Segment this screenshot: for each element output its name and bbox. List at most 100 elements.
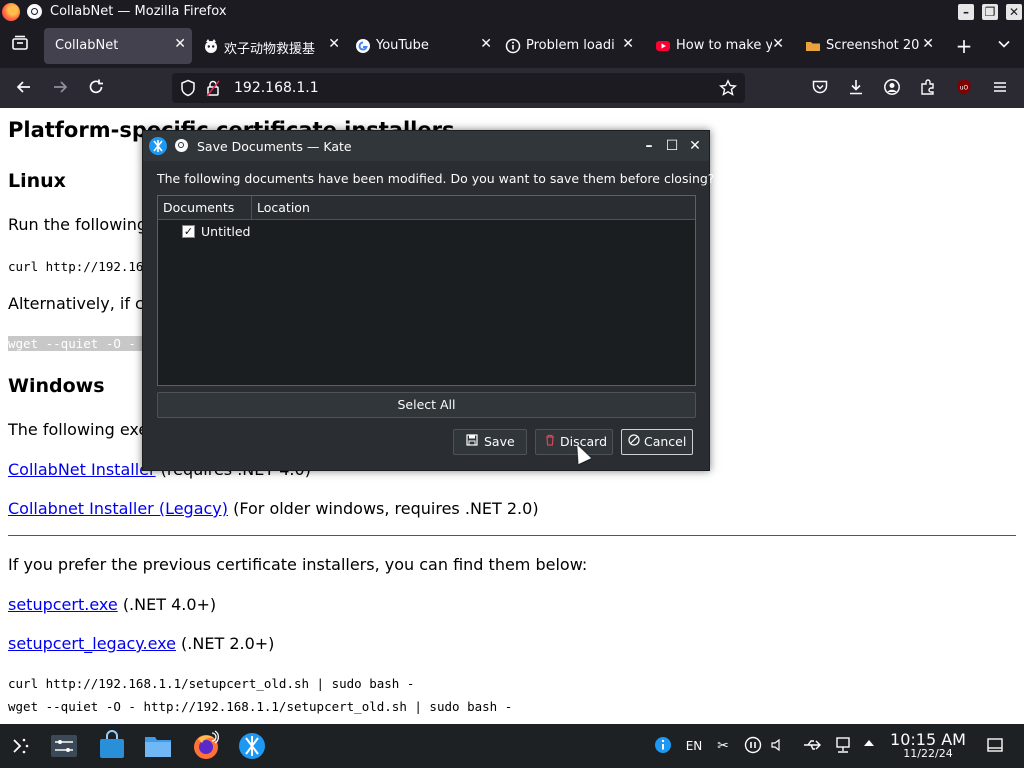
cancel-label: Cancel <box>644 434 687 449</box>
tab-label: Screenshot 20 <box>826 38 920 53</box>
extensions-puzzle-icon[interactable] <box>918 78 938 98</box>
window-title: CollabNet — Mozilla Firefox <box>50 4 227 19</box>
tab-animal-rescue[interactable]: 欢子动物救援基 ✕ <box>198 28 346 64</box>
curl-old-command: curl http://192.168.1.1/setupcert_old.sh… <box>8 676 415 691</box>
list-all-tabs-chevron-icon[interactable] <box>994 36 1014 56</box>
pocket-icon[interactable] <box>810 78 830 98</box>
discover-store-icon[interactable] <box>96 730 128 762</box>
tab-screenshot[interactable]: Screenshot 20 ✕ <box>800 28 940 64</box>
address-bar[interactable]: 192.168.1.1 <box>172 73 745 103</box>
save-label: Save <box>484 434 515 449</box>
document-checkbox[interactable]: ✓ <box>182 225 195 238</box>
network-usb-icon[interactable] <box>802 736 822 760</box>
lock-icon[interactable] <box>206 79 220 101</box>
linux-heading: Linux <box>8 170 66 192</box>
kate-app-icon <box>149 137 167 155</box>
keyboard-layout-indicator[interactable]: EN <box>682 736 706 756</box>
dialog-minimize-button[interactable]: – <box>641 138 657 154</box>
tab-label: How to make y <box>676 38 772 53</box>
close-button[interactable]: ✕ <box>1006 4 1022 20</box>
network-wired-icon[interactable] <box>834 736 852 760</box>
cancel-circle-icon <box>628 430 640 454</box>
window-menu-icon[interactable] <box>27 4 42 19</box>
show-desktop-icon[interactable] <box>986 736 1004 760</box>
dialog-maximize-button[interactable]: ☐ <box>664 138 680 154</box>
documents-list: Documents Location ✓ Untitled <box>157 195 696 386</box>
tab-how-to-make[interactable]: How to make y ✕ <box>650 28 790 64</box>
minimize-button[interactable]: – <box>958 4 974 20</box>
tab-close-icon[interactable]: ✕ <box>328 36 340 52</box>
window-titlebar: CollabNet — Mozilla Firefox – ❐ ✕ <box>0 0 1024 24</box>
svg-text:uO: uO <box>960 85 969 92</box>
info-tray-icon[interactable] <box>654 736 672 760</box>
window-menu-icon[interactable] <box>175 139 188 152</box>
section-divider <box>8 535 1016 536</box>
account-icon[interactable] <box>882 78 902 98</box>
youtube-favicon-icon <box>655 38 671 54</box>
cat-favicon-icon <box>203 38 219 54</box>
setupcert-line: setupcert.exe (.NET 4.0+) <box>8 595 216 614</box>
setupcert-legacy-exe-link[interactable]: setupcert_legacy.exe <box>8 634 176 653</box>
select-all-button[interactable]: Select All <box>157 392 696 418</box>
dialog-message: The following documents have been modifi… <box>157 171 715 186</box>
cancel-button[interactable]: Cancel <box>621 429 693 455</box>
firefox-taskbar-icon[interactable] <box>190 730 222 762</box>
tab-youtube[interactable]: YouTube ✕ <box>350 28 498 64</box>
setupcert-exe-link[interactable]: setupcert.exe <box>8 595 118 614</box>
collabnet-legacy-installer-link[interactable]: Collabnet Installer (Legacy) <box>8 499 228 518</box>
save-button[interactable]: Save <box>453 429 527 455</box>
scissors-clipboard-icon[interactable]: ✂ <box>714 736 732 756</box>
tab-bar: CollabNet ✕ 欢子动物救援基 ✕ YouTube ✕ Problem … <box>0 24 1024 68</box>
tab-close-icon[interactable]: ✕ <box>772 36 784 52</box>
windows-instruction-text: The following exec <box>8 420 158 439</box>
tab-label: 欢子动物救援基 <box>224 42 316 57</box>
downloads-icon[interactable] <box>846 78 866 98</box>
tab-problem-loading[interactable]: Problem loadi ✕ <box>500 28 640 64</box>
system-settings-icon[interactable] <box>48 730 80 762</box>
application-launcher-icon[interactable] <box>6 732 38 764</box>
forward-arrow-icon[interactable] <box>50 78 70 98</box>
back-arrow-icon[interactable] <box>14 78 34 98</box>
tray-expand-arrow-icon[interactable] <box>862 736 876 756</box>
tab-collabnet[interactable]: CollabNet ✕ <box>44 28 192 64</box>
media-pause-icon[interactable] <box>744 736 762 760</box>
bookmark-star-icon[interactable] <box>719 79 737 101</box>
dolphin-file-manager-icon[interactable] <box>142 730 174 762</box>
ublock-origin-icon[interactable]: uO <box>954 78 974 98</box>
column-separator <box>251 196 252 220</box>
selected-wget-text: wget --quiet -O - h <box>8 336 151 351</box>
folder-favicon-icon <box>805 38 821 54</box>
tab-close-icon[interactable]: ✕ <box>622 36 634 52</box>
save-floppy-icon <box>466 430 478 454</box>
volume-icon[interactable] <box>770 736 784 760</box>
tracking-shield-icon[interactable] <box>180 79 196 101</box>
previous-installers-text: If you prefer the previous certificate i… <box>8 555 588 574</box>
linux-instruction-text: Run the following <box>8 215 148 234</box>
hamburger-menu-icon[interactable] <box>990 78 1010 98</box>
firefox-logo-icon <box>2 3 20 21</box>
tab-label: Problem loadi <box>526 38 615 53</box>
document-name: Untitled <box>201 224 251 239</box>
tab-close-icon[interactable]: ✕ <box>480 36 492 52</box>
column-header-location[interactable]: Location <box>257 200 310 215</box>
url-text: 192.168.1.1 <box>234 80 319 96</box>
dialog-title: Save Documents — Kate <box>197 139 352 154</box>
reload-icon[interactable] <box>86 78 106 98</box>
google-favicon-icon <box>355 38 371 54</box>
digital-clock[interactable]: 10:15 AM 11/22/24 <box>888 730 968 760</box>
maximize-button[interactable]: ❐ <box>982 4 998 20</box>
collabnet-installer-link[interactable]: CollabNet Installer <box>8 460 156 479</box>
tab-overview-icon[interactable] <box>10 34 30 54</box>
tab-close-icon[interactable]: ✕ <box>922 36 934 52</box>
setupcert-legacy-note: (.NET 2.0+) <box>181 634 275 653</box>
tab-label: CollabNet <box>55 38 119 53</box>
tab-label: YouTube <box>376 38 429 53</box>
kate-taskbar-icon[interactable] <box>236 730 268 762</box>
setupcert-legacy-line: setupcert_legacy.exe (.NET 2.0+) <box>8 634 274 653</box>
new-tab-plus-icon[interactable]: + <box>954 36 974 56</box>
dialog-titlebar: Save Documents — Kate – ☐ ✕ <box>143 131 709 161</box>
tab-close-icon[interactable]: ✕ <box>174 36 186 52</box>
column-header-documents[interactable]: Documents <box>163 200 234 215</box>
linux-curl-command: curl http://192.168 <box>8 259 151 274</box>
dialog-close-button[interactable]: ✕ <box>687 138 703 154</box>
